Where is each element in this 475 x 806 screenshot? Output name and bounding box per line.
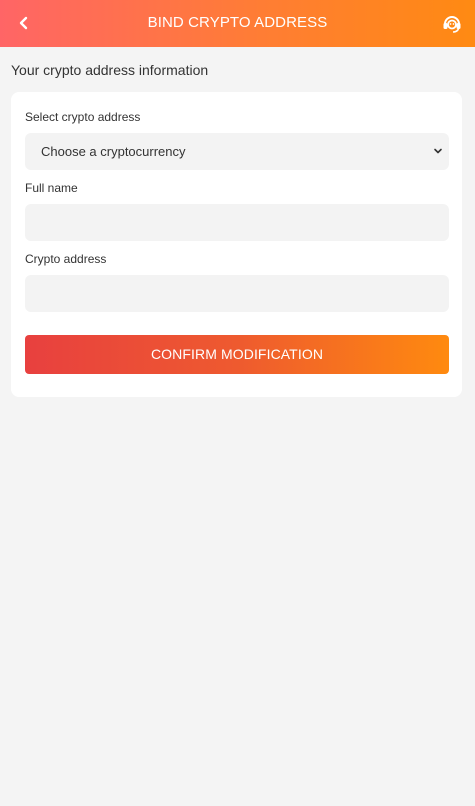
customer-service-button[interactable] [439, 9, 465, 37]
confirm-modification-button[interactable]: CONFIRM MODIFICATION [25, 335, 449, 374]
app-header: BIND CRYPTO ADDRESS [0, 0, 475, 47]
crypto-select[interactable]: Choose a cryptocurrency [25, 133, 449, 170]
crypto-select-value: Choose a cryptocurrency [41, 144, 186, 159]
crypto-address-label: Crypto address [25, 252, 107, 266]
full-name-field[interactable] [25, 204, 449, 241]
crypto-address-field-wrapper [25, 275, 449, 312]
crypto-select-label: Select crypto address [25, 110, 141, 124]
chevron-down-icon [434, 148, 442, 154]
crypto-address-field[interactable] [25, 275, 449, 312]
full-name-field-wrapper [25, 204, 449, 241]
section-title: Your crypto address information [11, 62, 209, 78]
customer-service-icon [443, 16, 461, 33]
page-title: BIND CRYPTO ADDRESS [147, 14, 328, 31]
crypto-form-card: Select crypto address Choose a cryptocur… [11, 92, 462, 397]
full-name-label: Full name [25, 181, 78, 195]
